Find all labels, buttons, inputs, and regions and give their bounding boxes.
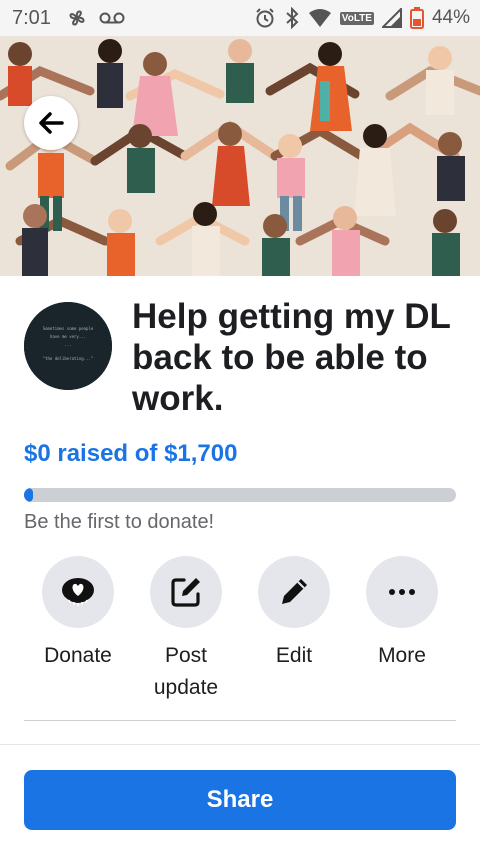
divider [0, 744, 480, 745]
back-button[interactable] [24, 96, 78, 150]
post-update-button[interactable]: Post update [132, 556, 240, 704]
edit-button[interactable]: Edit [240, 556, 348, 704]
svg-text:have me very...: have me very... [50, 334, 86, 339]
donate-label: Donate [44, 644, 112, 667]
bluetooth-icon [284, 7, 300, 29]
fundraiser-avatar[interactable]: Sometimes some people have me very... ..… [24, 302, 112, 390]
donate-circle[interactable] [42, 556, 114, 628]
post-update-label: Post update [153, 644, 219, 699]
people-illustration [0, 36, 480, 276]
action-row: Donate Post update Edit More [24, 556, 456, 704]
compose-icon [171, 578, 200, 607]
status-bar: 7:01 VoLTE 44% [0, 0, 480, 36]
progress-fill [24, 488, 33, 502]
battery-percent: 44% [431, 7, 470, 28]
edit-circle[interactable] [258, 556, 330, 628]
raised-amount: $0 raised of $1,700 [24, 440, 238, 467]
post-update-circle[interactable] [150, 556, 222, 628]
back-arrow-icon [39, 112, 64, 134]
edit-label: Edit [275, 644, 313, 667]
svg-text:...: ... [64, 342, 71, 347]
battery-icon [409, 7, 424, 29]
share-button[interactable]: Share [24, 770, 456, 830]
more-circle[interactable] [366, 556, 438, 628]
avatar-image: Sometimes some people have me very... ..… [24, 302, 112, 390]
more-label: More [378, 644, 426, 667]
progress-bar [24, 488, 456, 502]
svg-text:Sometimes some people: Sometimes some people [43, 326, 94, 331]
wifi-icon [308, 8, 332, 28]
signal-icon [381, 8, 402, 28]
svg-text:"the deliberating...": "the deliberating..." [43, 356, 94, 361]
donate-button[interactable]: Donate [24, 556, 132, 704]
pinwheel-icon [65, 6, 89, 30]
more-dots-icon [389, 589, 415, 595]
alarm-icon [254, 7, 276, 29]
pencil-icon [282, 579, 307, 604]
status-time: 7:01 [12, 6, 51, 29]
volte-badge: VoLTE [339, 11, 374, 25]
donate-heart-icon [62, 578, 94, 606]
voicemail-icon [99, 10, 125, 26]
donate-prompt: Be the first to donate! [24, 511, 215, 533]
cover-image [0, 36, 480, 276]
more-button[interactable]: More [348, 556, 456, 704]
divider [24, 720, 456, 721]
fundraiser-title: Help getting my DL back to be able to wo… [132, 297, 451, 418]
